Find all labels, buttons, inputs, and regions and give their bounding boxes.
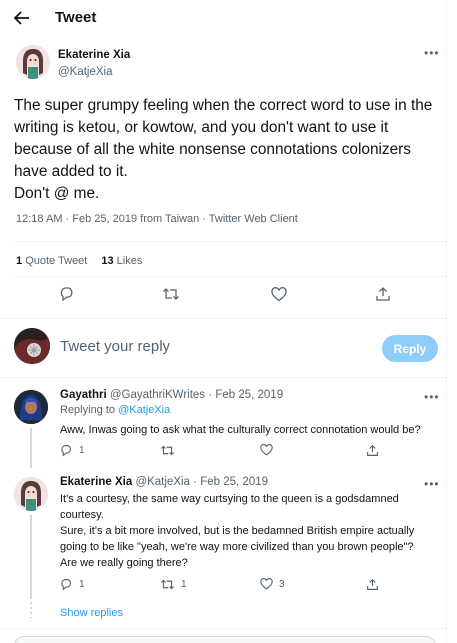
more-horizontal-icon[interactable]: •••: [424, 390, 440, 404]
share-action[interactable]: [366, 578, 379, 591]
reply-button[interactable]: Reply: [382, 335, 438, 362]
heart-icon[interactable]: [270, 285, 288, 303]
separator-dot: ·: [208, 389, 213, 401]
reply-header: Gayathri @GayathriKWrites · Feb 25, 2019: [60, 389, 283, 401]
reply-actions: 1 1 3: [60, 578, 430, 596]
quote-count: 1: [16, 255, 23, 267]
reply-author-avatar[interactable]: [14, 390, 48, 424]
replying-to-handle[interactable]: @KatjeXia: [118, 404, 170, 416]
reply-actions: 1: [60, 444, 430, 462]
reply-action[interactable]: 1: [60, 444, 85, 457]
more-horizontal-icon[interactable]: •••: [424, 477, 440, 491]
retweet-icon[interactable]: [162, 285, 180, 303]
reply-author-handle[interactable]: @GayathriKWrites: [110, 389, 205, 401]
share-action[interactable]: [366, 444, 379, 457]
tweet-text: The super grumpy feeling when the correc…: [14, 97, 433, 202]
replying-to: Replying to @KatjeXia: [60, 404, 170, 416]
like-count: 13: [101, 255, 114, 267]
page-title: Tweet: [55, 9, 97, 26]
user-avatar[interactable]: [14, 328, 50, 364]
share-icon[interactable]: [374, 285, 392, 303]
reply-author-handle[interactable]: @KatjeXia: [135, 476, 190, 488]
author-name[interactable]: Ekaterine Xia: [58, 49, 130, 61]
thread-line: [30, 515, 32, 599]
reply-date[interactable]: Feb 25, 2019: [215, 389, 283, 401]
quote-label: Quote Tweet: [25, 255, 88, 267]
reply-author-avatar[interactable]: [14, 477, 48, 511]
reply-bubble-icon: [61, 445, 71, 457]
divider: [0, 318, 446, 319]
share-icon: [367, 578, 378, 590]
thread-continuation-dots: [30, 602, 32, 618]
separator-dot: ·: [193, 476, 197, 488]
heart-icon: [260, 444, 273, 456]
divider: [14, 241, 446, 242]
reply-text: It's a courtesy, the same way curtsying …: [60, 493, 415, 569]
divider: [0, 628, 446, 629]
tweet-stats: 1 Quote Tweet 13 Likes: [16, 255, 142, 267]
retweet-count: 1: [181, 579, 187, 590]
tweet-meta[interactable]: 12:18 AM · Feb 25, 2019 from Taiwan · Tw…: [16, 213, 298, 225]
retweet-icon: [161, 445, 174, 456]
more-horizontal-icon[interactable]: •••: [424, 46, 440, 60]
reply-count: 1: [79, 579, 85, 590]
replying-to-prefix: Replying to: [60, 404, 116, 416]
author-avatar[interactable]: [16, 45, 50, 79]
reply-count: 1: [79, 445, 85, 456]
retweet-action[interactable]: [160, 444, 181, 457]
retweet-action[interactable]: 1: [160, 578, 187, 591]
reply-header: Ekaterine Xia @KatjeXia · Feb 25, 2019: [60, 476, 268, 488]
back-arrow-icon[interactable]: [12, 8, 32, 28]
reply-author-name[interactable]: Ekaterine Xia: [60, 476, 132, 488]
reply-input[interactable]: Tweet your reply: [60, 338, 170, 355]
like-count: 3: [279, 578, 285, 590]
reply-action[interactable]: 1: [60, 578, 85, 591]
reply-bubble-icon: [61, 579, 71, 591]
reply-date[interactable]: Feb 25, 2019: [200, 476, 268, 488]
quote-tweets-stat[interactable]: 1 Quote Tweet: [16, 255, 87, 267]
share-icon: [367, 444, 378, 456]
tweet-page: Tweet Ekaterine Xia @KatjeXia ••• The su…: [0, 0, 447, 643]
heart-icon: [260, 578, 273, 590]
likes-label: Likes: [116, 255, 143, 267]
reply-author-name[interactable]: Gayathri: [60, 389, 107, 401]
retweet-icon: [161, 579, 174, 590]
like-action[interactable]: 3: [260, 578, 285, 590]
next-reply-card: [14, 636, 436, 643]
reply-text: Aww, Inwas going to ask what the cultura…: [60, 424, 421, 436]
likes-stat[interactable]: 13 Likes: [101, 255, 142, 267]
thread-line: [30, 428, 32, 468]
page-header: Tweet: [0, 0, 446, 36]
reply-bubble-icon[interactable]: [58, 285, 76, 303]
show-replies-link[interactable]: Show replies: [60, 607, 123, 619]
divider: [0, 377, 446, 378]
like-action[interactable]: [260, 444, 279, 456]
divider: [14, 276, 446, 277]
tweet-actions: [0, 283, 446, 311]
author-handle[interactable]: @KatjeXia: [58, 66, 113, 78]
